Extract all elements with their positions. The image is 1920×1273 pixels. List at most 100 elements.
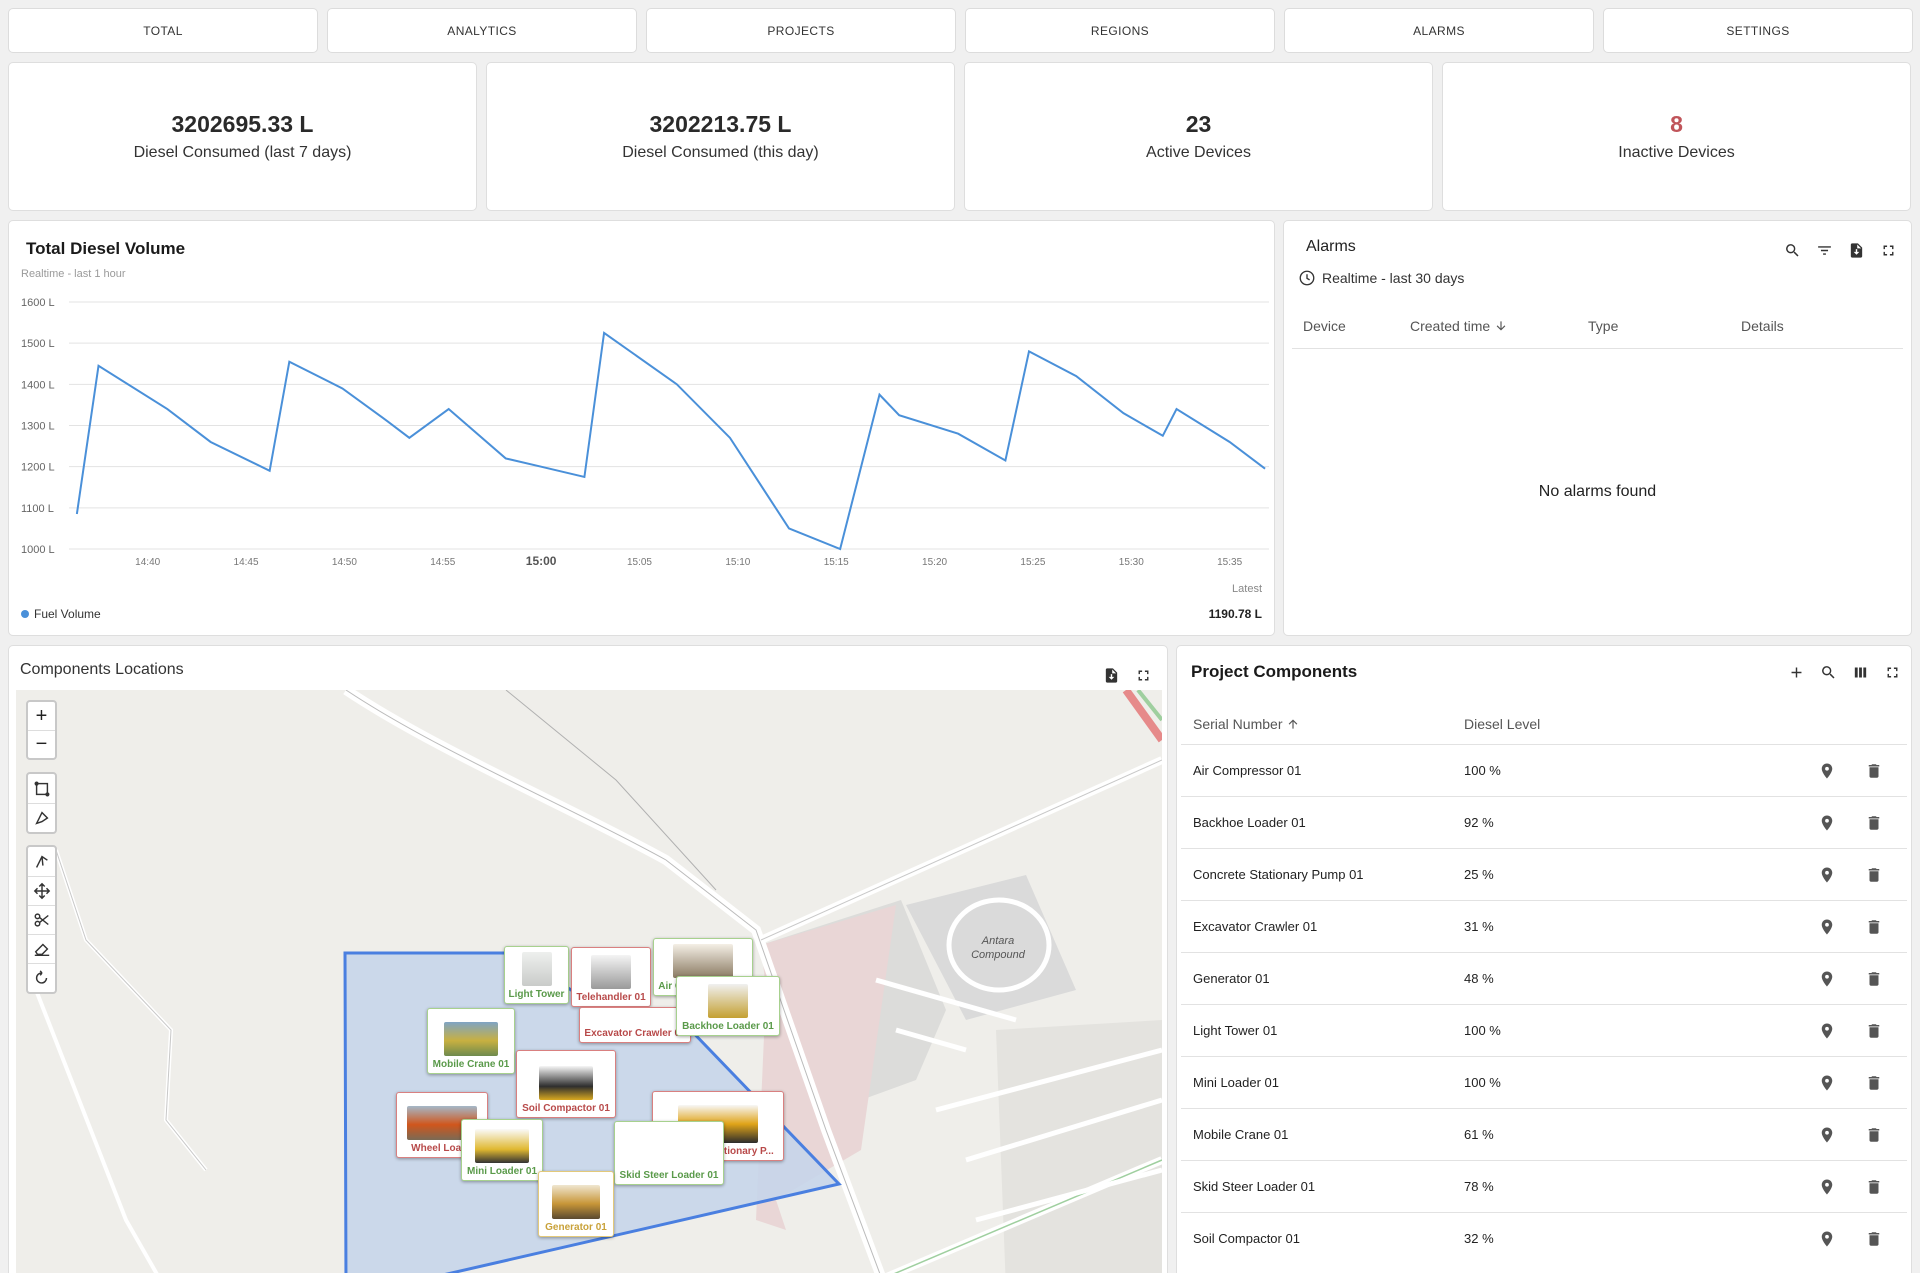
kpi-value: 23 — [1185, 111, 1212, 137]
x-tick-label: 15:25 — [1020, 557, 1045, 568]
x-tick-label: 14:45 — [234, 557, 259, 568]
fullscreen-icon[interactable] — [1132, 664, 1154, 686]
table-row[interactable]: Light Tower 01 100 % — [1181, 1004, 1907, 1056]
serial-number-cell: Generator 01 — [1193, 971, 1270, 986]
kpi-inactive-devices: 8 Inactive Devices — [1442, 62, 1911, 211]
chart-legend[interactable]: Fuel Volume — [21, 607, 101, 621]
cut-icon[interactable] — [28, 905, 55, 934]
filter-icon[interactable] — [1813, 239, 1835, 261]
tab-regions[interactable]: REGIONS — [965, 8, 1275, 53]
columns-icon[interactable] — [1849, 661, 1871, 683]
move-icon[interactable] — [28, 876, 55, 905]
marker-label: Mobile Crane 01 — [432, 1059, 510, 1070]
export-file-icon[interactable] — [1100, 664, 1122, 686]
fullscreen-icon[interactable] — [1881, 661, 1903, 683]
zoom-in-button[interactable]: + — [28, 702, 55, 730]
location-pin-icon[interactable] — [1817, 761, 1837, 781]
export-file-icon[interactable] — [1845, 239, 1867, 261]
search-icon[interactable] — [1817, 661, 1839, 683]
legend-dot — [21, 610, 29, 618]
eraser-icon[interactable] — [28, 934, 55, 963]
delete-icon[interactable] — [1864, 1021, 1884, 1041]
map-canvas[interactable]: Antara Compound + − Light Tower Telehand… — [16, 690, 1162, 1273]
fullscreen-icon[interactable] — [1877, 239, 1899, 261]
location-pin-icon[interactable] — [1817, 1073, 1837, 1093]
table-row[interactable]: Excavator Crawler 01 31 % — [1181, 900, 1907, 952]
marker-soil-compactor[interactable]: Soil Compactor 01 — [516, 1050, 616, 1118]
delete-icon[interactable] — [1864, 969, 1884, 989]
marker-excavator-crawler[interactable]: Excavator Crawler 01 — [579, 1007, 691, 1043]
marker-mini-loader[interactable]: Mini Loader 01 — [461, 1119, 543, 1181]
col-diesel-level[interactable]: Diesel Level — [1464, 716, 1540, 732]
draw-rectangle-icon[interactable] — [28, 774, 55, 803]
add-icon[interactable] — [1785, 661, 1807, 683]
kpi-label: Diesel Consumed (this day) — [622, 144, 819, 161]
alarm-timewindow[interactable]: Realtime - last 30 days — [1298, 269, 1464, 287]
location-pin-icon[interactable] — [1817, 917, 1837, 937]
diesel-level-cell: 100 % — [1464, 763, 1501, 778]
location-pin-icon[interactable] — [1817, 813, 1837, 833]
location-pin-icon[interactable] — [1817, 1021, 1837, 1041]
delete-icon[interactable] — [1864, 1229, 1884, 1249]
delete-icon[interactable] — [1864, 865, 1884, 885]
table-row[interactable]: Backhoe Loader 01 92 % — [1181, 796, 1907, 848]
location-pin-icon[interactable] — [1817, 1125, 1837, 1145]
marker-skid-steer-loader[interactable]: Skid Steer Loader 01 — [614, 1121, 724, 1185]
location-pin-icon[interactable] — [1817, 969, 1837, 989]
y-tick-label: 1300 L — [21, 421, 55, 433]
table-row[interactable]: Concrete Stationary Pump 01 25 % — [1181, 848, 1907, 900]
arrow-down-icon — [1496, 321, 1506, 331]
tab-alarms[interactable]: ALARMS — [1284, 8, 1594, 53]
delete-icon[interactable] — [1864, 1073, 1884, 1093]
zoom-out-button[interactable]: − — [28, 730, 55, 758]
serial-number-cell: Concrete Stationary Pump 01 — [1193, 867, 1364, 882]
delete-icon[interactable] — [1864, 917, 1884, 937]
location-pin-icon[interactable] — [1817, 1177, 1837, 1197]
delete-icon[interactable] — [1864, 1125, 1884, 1145]
search-icon[interactable] — [1781, 239, 1803, 261]
col-created-time[interactable]: Created time — [1410, 318, 1508, 334]
serial-number-cell: Backhoe Loader 01 — [1193, 815, 1306, 830]
table-row[interactable]: Mobile Crane 01 61 % — [1181, 1108, 1907, 1160]
delete-icon[interactable] — [1864, 1177, 1884, 1197]
col-type[interactable]: Type — [1588, 318, 1618, 334]
marker-generator[interactable]: Generator 01 — [538, 1171, 614, 1237]
table-row[interactable]: Soil Compactor 01 32 % — [1181, 1212, 1907, 1264]
col-device[interactable]: Device — [1303, 318, 1346, 334]
kpi-value: 8 — [1670, 111, 1683, 137]
rotate-icon[interactable] — [28, 963, 55, 992]
location-pin-icon[interactable] — [1817, 865, 1837, 885]
x-tick-label: 15:20 — [922, 557, 947, 568]
kpi-active-devices: 23 Active Devices — [964, 62, 1433, 211]
table-row[interactable]: Air Compressor 01 100 % — [1181, 744, 1907, 796]
x-tick-label: 15:30 — [1119, 557, 1144, 568]
marker-backhoe-loader[interactable]: Backhoe Loader 01 — [676, 976, 780, 1036]
serial-number-cell: Skid Steer Loader 01 — [1193, 1179, 1316, 1194]
x-tick-label: 15:05 — [627, 557, 652, 568]
edit-vertices-icon[interactable] — [28, 847, 55, 876]
marker-telehandler[interactable]: Telehandler 01 — [571, 947, 651, 1007]
table-row[interactable]: Generator 01 48 % — [1181, 952, 1907, 1004]
col-serial-number[interactable]: Serial Number — [1193, 716, 1300, 732]
tab-analytics[interactable]: ANALYTICS — [327, 8, 637, 53]
west-road — [54, 849, 208, 1172]
diesel-volume-chart: 1000 L 1100 L 1200 L 1300 L 1400 L 1500 L 1600… — [21, 297, 1269, 568]
draw-polygon-icon[interactable] — [28, 803, 55, 832]
latest-value: 1190.78 L — [1208, 607, 1262, 621]
tab-settings[interactable]: SETTINGS — [1603, 8, 1913, 53]
delete-icon[interactable] — [1864, 813, 1884, 833]
tab-total[interactable]: TOTAL — [8, 8, 318, 53]
marker-mobile-crane[interactable]: Mobile Crane 01 — [427, 1008, 515, 1074]
x-tick-label: 14:55 — [430, 557, 455, 568]
mini-loader-image — [475, 1129, 529, 1163]
y-tick-label: 1000 L — [21, 544, 55, 556]
components-locations-card: Components Locations Antara Compound + −… — [8, 645, 1168, 1273]
marker-light-tower[interactable]: Light Tower — [504, 946, 569, 1004]
compound-label-line-2: Compound — [971, 949, 1026, 961]
tab-projects[interactable]: PROJECTS — [646, 8, 956, 53]
table-row[interactable]: Skid Steer Loader 01 78 % — [1181, 1160, 1907, 1212]
location-pin-icon[interactable] — [1817, 1229, 1837, 1249]
table-row[interactable]: Mini Loader 01 100 % — [1181, 1056, 1907, 1108]
delete-icon[interactable] — [1864, 761, 1884, 781]
telehandler-image — [591, 955, 631, 989]
